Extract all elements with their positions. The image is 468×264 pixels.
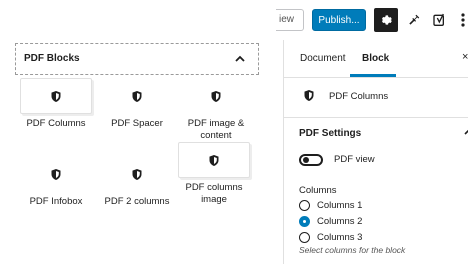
editor-toolbar: iew Publish... (0, 0, 468, 40)
block-icon-tile (20, 156, 92, 192)
shield-icon (209, 154, 219, 166)
gear-icon (381, 15, 392, 25)
shield-icon (132, 90, 142, 102)
block-label: PDF image & content (187, 118, 245, 141)
plugin-button[interactable] (404, 10, 424, 30)
block-card: PDF Columns (284, 78, 468, 118)
block-icon-tile (101, 156, 173, 192)
radio-label: Columns 3 (317, 232, 363, 243)
yoast-button[interactable] (430, 10, 450, 30)
block-item-pdf-image-content[interactable]: PDF image & content (180, 78, 252, 142)
pdf-settings-title[interactable]: PDF Settings (299, 128, 361, 139)
close-icon[interactable]: × (462, 51, 468, 63)
yoast-icon (433, 13, 444, 26)
radio-columns-2[interactable] (299, 216, 310, 227)
chevron-up-icon[interactable] (234, 53, 246, 65)
tab-block[interactable]: Block (362, 53, 389, 64)
block-item-pdf-spacer[interactable]: PDF Spacer (101, 78, 173, 130)
block-icon-tile (101, 78, 173, 114)
pdf-view-toggle[interactable] (299, 154, 323, 166)
block-icon-tile (180, 78, 252, 114)
preview-button[interactable]: iew (276, 9, 304, 31)
plug-icon (409, 14, 420, 25)
publish-button[interactable]: Publish... (312, 9, 366, 31)
panel-title: PDF Blocks (24, 53, 80, 64)
shield-icon (51, 90, 61, 102)
block-label: PDF 2 columns (104, 196, 170, 207)
columns-label: Columns (299, 185, 337, 196)
radio-label: Columns 2 (317, 216, 363, 227)
more-vertical-icon (461, 13, 465, 27)
chevron-up-icon[interactable] (464, 126, 468, 138)
pdf-blocks-panel-header[interactable]: PDF Blocks (15, 43, 259, 75)
block-label: PDF columns image (185, 182, 243, 205)
block-label: PDF Infobox (29, 196, 83, 207)
block-label: PDF Columns (26, 118, 86, 129)
pdf-view-label: PDF view (334, 154, 375, 165)
block-item-pdf-columns-image[interactable]: PDF columns image (178, 142, 250, 206)
settings-button[interactable] (374, 8, 398, 32)
block-label: PDF Spacer (111, 118, 163, 129)
block-item-pdf-infobox[interactable]: PDF Infobox (20, 156, 92, 208)
shield-icon (304, 90, 314, 101)
toggle-knob (303, 157, 309, 163)
more-options-button[interactable] (458, 10, 468, 30)
radio-columns-1[interactable] (299, 200, 310, 211)
block-card-title: PDF Columns (329, 91, 389, 102)
help-text: Select columns for the block (299, 245, 406, 255)
shield-icon (211, 90, 221, 102)
block-icon-tile (178, 142, 250, 178)
radio-label: Columns 1 (317, 200, 363, 211)
block-item-pdf-2-columns[interactable]: PDF 2 columns (101, 156, 173, 208)
block-icon-tile (20, 78, 92, 114)
shield-icon (51, 168, 61, 180)
editor-screen: iew Publish... PDF Blocks PDF Columns PD… (0, 0, 468, 264)
radio-columns-3[interactable] (299, 232, 310, 243)
settings-sidebar: Document Block × PDF Columns PDF Setting… (283, 40, 468, 264)
block-item-pdf-columns[interactable]: PDF Columns (20, 78, 92, 130)
active-tab-indicator (350, 74, 396, 77)
tab-document[interactable]: Document (300, 53, 346, 64)
sidebar-tabs: Document Block × (284, 40, 468, 78)
shield-icon (132, 168, 142, 180)
